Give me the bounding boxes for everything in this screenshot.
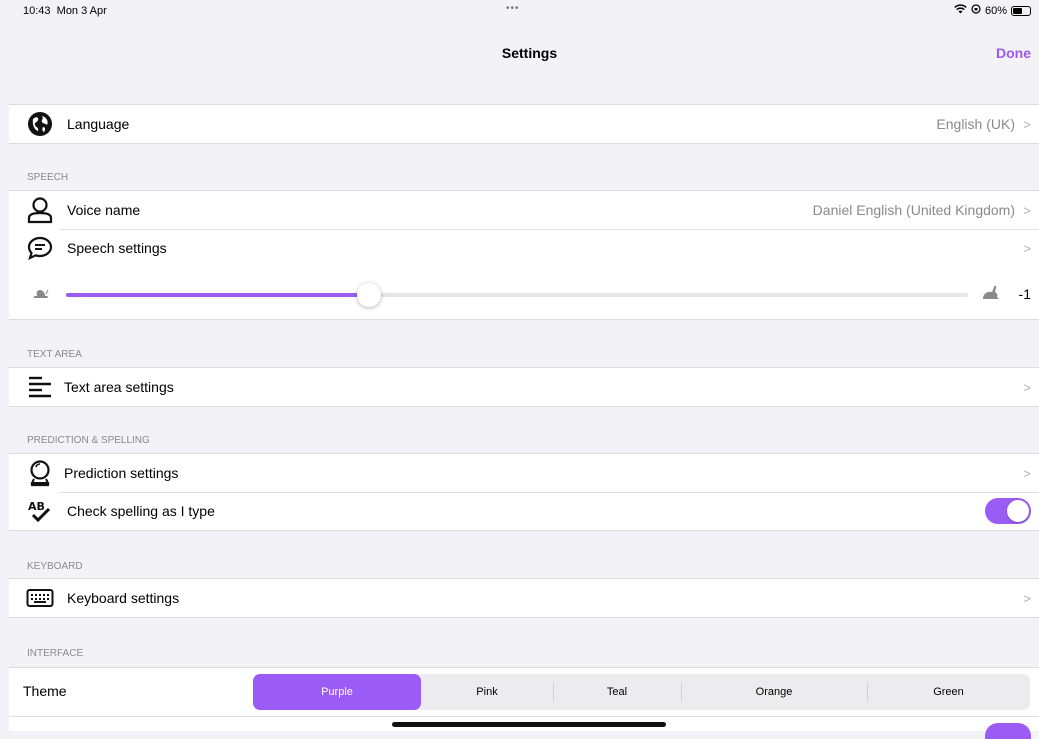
text-area-section-header: TEXT AREA (27, 349, 82, 360)
speech-rate-fill (66, 293, 370, 297)
person-icon (25, 195, 55, 225)
language-value: English (UK) (936, 116, 1015, 132)
multitasking-dots[interactable]: ••• (506, 3, 520, 14)
speech-rate-track[interactable] (66, 283, 968, 307)
speech-section-header: SPEECH (27, 172, 69, 183)
voice-name-label: Voice name (67, 202, 141, 218)
speech-settings-row[interactable]: Speech settings > (9, 229, 1039, 267)
speech-rate-value: -1 (1018, 286, 1031, 302)
speech-bubble-icon (25, 233, 55, 263)
snail-icon (33, 287, 49, 305)
text-area-group: Text area settings > (9, 367, 1039, 407)
theme-option-orange[interactable]: Orange (681, 674, 867, 710)
prediction-group: Prediction settings > AB Check spelling … (9, 453, 1039, 531)
keyboard-icon (25, 583, 55, 613)
prediction-section-header: PREDICTION & SPELLING (27, 435, 150, 446)
prediction-settings-label: Prediction settings (64, 465, 179, 481)
battery-icon (1011, 5, 1031, 16)
interface-section-header: INTERFACE (27, 648, 84, 659)
language-group: Language English (UK) > (9, 104, 1039, 144)
page-title: Settings (501, 45, 558, 61)
keyboard-settings-row[interactable]: Keyboard settings > (9, 579, 1039, 617)
language-row[interactable]: Language English (UK) > (9, 105, 1039, 143)
text-lines-icon (25, 372, 55, 402)
rabbit-icon (981, 283, 1001, 306)
toggle-knob (1007, 500, 1029, 522)
status-bar: 10:43 Mon 3 Apr ••• 60% (0, 0, 1039, 26)
check-spelling-row: AB Check spelling as I type (9, 492, 1039, 530)
chevron-right-icon: > (1023, 202, 1031, 218)
globe-icon (25, 109, 55, 139)
keyboard-section-header: KEYBOARD (27, 561, 83, 572)
battery-percent: 60% (984, 4, 1007, 17)
keyboard-group: Keyboard settings > (9, 578, 1039, 618)
chevron-right-icon: > (1023, 465, 1031, 481)
check-spelling-toggle[interactable] (985, 498, 1031, 524)
chevron-right-icon: > (1023, 116, 1031, 132)
theme-option-teal[interactable]: Teal (553, 674, 681, 710)
text-area-settings-label: Text area settings (64, 379, 174, 395)
voice-name-row[interactable]: Voice name Daniel English (United Kingdo… (9, 191, 1039, 229)
theme-label: Theme (23, 683, 67, 699)
theme-row: Theme Purple Pink Teal Orange Green (9, 667, 1039, 716)
done-button[interactable]: Done (996, 45, 1031, 61)
speech-rate-thumb[interactable] (357, 283, 382, 307)
text-area-settings-row[interactable]: Text area settings > (9, 368, 1039, 406)
speech-group: Voice name Daniel English (United Kingdo… (9, 190, 1039, 320)
status-time: 10:43 Mon 3 Apr (23, 5, 107, 17)
speech-rate-slider-row: -1 (9, 267, 1039, 319)
svg-text:AB: AB (28, 500, 45, 513)
check-spelling-label: Check spelling as I type (67, 503, 215, 519)
theme-segmented-control: Purple Pink Teal Orange Green (253, 674, 1030, 710)
chevron-right-icon: > (1023, 240, 1031, 256)
chevron-right-icon: > (1023, 379, 1031, 395)
prediction-settings-row[interactable]: Prediction settings > (9, 454, 1039, 492)
status-indicators: 60% (954, 4, 1031, 17)
theme-option-green[interactable]: Green (867, 674, 1030, 710)
orientation-lock-icon (971, 4, 981, 17)
home-indicator[interactable] (392, 722, 666, 727)
keyboard-settings-label: Keyboard settings (67, 590, 180, 606)
language-label: Language (67, 116, 130, 132)
chevron-right-icon: > (1023, 590, 1031, 606)
theme-option-purple[interactable]: Purple (253, 674, 421, 710)
partial-toggle[interactable] (985, 723, 1031, 739)
spellcheck-icon: AB (25, 496, 55, 526)
speech-settings-label: Speech settings (67, 240, 167, 256)
wifi-icon (954, 4, 967, 17)
navigation-bar: Settings Done (0, 36, 1039, 66)
voice-name-value: Daniel English (United Kingdom) (812, 202, 1015, 218)
crystal-ball-icon (25, 458, 55, 488)
theme-option-pink[interactable]: Pink (421, 674, 553, 710)
